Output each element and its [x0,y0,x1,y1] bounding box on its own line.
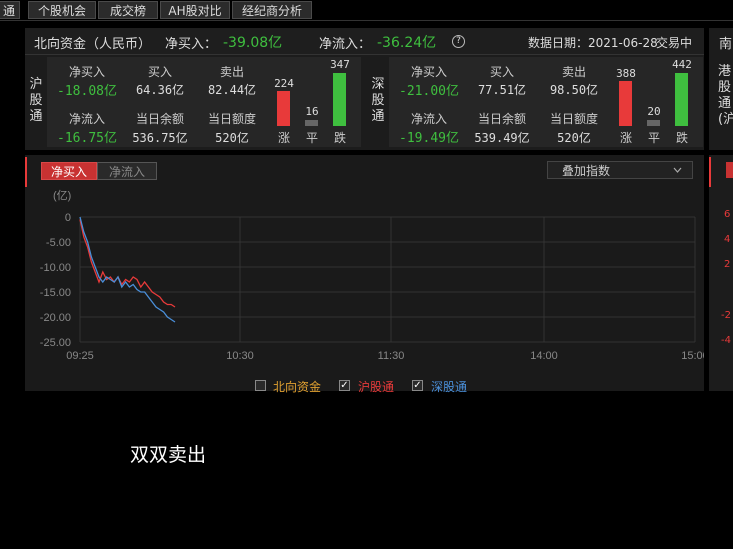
sh-down-count: 347 [330,58,350,71]
sz-up-bar [619,81,632,126]
southbound-title: 南 [719,37,733,52]
x-tick-label: 10:30 [226,350,254,362]
sz-net-flow-label: 净流入 [410,112,447,126]
sh-quota-value: 520亿 [215,131,249,145]
net-flow-total: -36.24亿 [377,35,437,51]
net-buy-total: -39.08亿 [223,35,283,51]
southbound-accent [709,157,711,187]
southbound-chart-panel: 6 4 2 -2 -4 [709,155,733,391]
sz-balance-value: 539.49亿 [474,131,530,145]
x-tick-label: 14:00 [530,350,558,362]
sh-sell-value: 82.44亿 [207,83,257,97]
y-tick-label: -15.00 [40,287,71,299]
caption-text: 双双卖出 [130,444,207,466]
sz-balance-label: 当日余额 [477,112,526,126]
sz-down-bar [675,73,688,126]
sh-down-bar [333,73,346,126]
northbound-header: 北向资金（人民币） 净买入： -39.08亿 净流入： -36.24亿 ? 数据… [25,28,704,55]
sz-up-label: 涨 [619,131,632,145]
southbound-label: 港股通(沪) [718,64,733,127]
x-tick-label: 09:25 [66,350,94,362]
sz-up-count: 388 [616,67,636,80]
legend-checkbox-sz[interactable]: ✓ [412,380,423,391]
sz-net-flow-value: -19.49亿 [399,131,459,146]
net-flow-label: 净流入： [319,37,372,52]
southbound-axis-label: 6 [724,209,731,220]
southbound-axis-label: -2 [721,310,731,321]
sz-connect-block: 深股通 净买入 -21.00亿 买入 77.51亿 卖出 98.50亿 净流入 … [367,55,704,150]
sh-up-label: 涨 [277,131,290,145]
y-tick-label: -5.00 [46,237,71,249]
net-buy-label: 净买入： [165,37,218,52]
sh-sell-label: 卖出 [219,65,244,79]
sh-net-buy-label: 净买入 [68,65,105,79]
sz-flat-label: 平 [647,131,660,145]
southbound-axis-label: -4 [721,335,731,346]
sh-connect-block: 沪股通 净买入 -18.08亿 买入 64.36亿 卖出 82.44亿 净流入 … [25,55,363,150]
sz-quota-label: 当日额度 [549,112,598,126]
sz-buy-value: 77.51亿 [477,83,527,97]
sh-quota-label: 当日额度 [207,112,256,126]
tab-stock-opportunity[interactable]: 个股机会 [28,1,96,19]
sz-net-buy-label: 净买入 [410,65,447,79]
legend-label-sz[interactable]: 深股通 [431,378,467,395]
sh-net-flow-value: -16.75亿 [57,131,117,146]
y-unit-label: (亿) [53,189,71,202]
help-icon[interactable]: ? [452,35,465,48]
tab-broker-analysis[interactable]: 经纪商分析 [232,1,312,19]
sz-connect-label: 深股通 [371,77,385,124]
legend-checkbox-sh[interactable]: ✓ [339,380,350,391]
sh-net-buy-value: -18.08亿 [57,84,117,99]
y-tick-label: 0 [65,212,71,224]
sh-up-count: 224 [274,77,294,90]
sh-balance-label: 当日余额 [135,112,184,126]
legend-label-north[interactable]: 北向资金 [273,378,321,395]
legend-checkbox-north[interactable] [255,380,266,391]
sz-quota-value: 520亿 [557,131,591,145]
flow-line-chart: (亿) 0 -5.00 -10.00 -15.00 -20.00 -25.0009:25 10… [40,189,704,362]
southbound-panel: 南 港股通(沪) [709,28,733,150]
sz-down-count: 442 [672,58,692,71]
legend-label-sh[interactable]: 沪股通 [358,378,394,395]
sz-flat-bar [647,120,660,126]
sh-buy-label: 买入 [147,65,172,79]
top-tab-bar: 通 个股机会 成交榜 AH股对比 经纪商分析 [0,0,733,21]
sh-flat-count: 16 [305,105,319,118]
northbound-title: 北向资金（人民币） [34,37,152,52]
sz-flat-count: 20 [647,105,661,118]
tab-tong[interactable]: 通 [0,1,20,19]
sz-net-buy-value: -21.00亿 [399,84,459,99]
y-tick-label: -10.00 [40,262,71,274]
sh-net-flow-label: 净流入 [68,112,105,126]
sh-flat-label: 平 [305,131,318,145]
tab-ah-compare[interactable]: AH股对比 [160,1,230,19]
x-tick-label: 15:00 [681,350,704,362]
southbound-tab-fragment[interactable] [726,162,733,178]
y-tick-label: -20.00 [40,312,71,324]
y-tick-label: -25.00 [40,337,71,349]
southbound-axis-label: 4 [724,234,731,245]
sh-buy-value: 64.36亿 [135,83,185,97]
sh-up-bar [277,91,290,126]
tab-volume-ranking[interactable]: 成交榜 [98,1,158,19]
northbound-panel: 北向资金（人民币） 净买入： -39.08亿 净流入： -36.24亿 ? 数据… [25,28,704,150]
x-tick-label: 11:30 [378,350,405,362]
chart-panel: 净买入 净流入 叠加指数 (亿) 0 -5.00 -10.00 -15.00 -20.00… [25,155,704,394]
trading-status: 交易中 [656,36,693,50]
sh-down-label: 跌 [333,131,346,145]
sz-buy-label: 买入 [489,65,514,79]
sz-down-label: 跌 [675,131,688,145]
sz-sell-label: 卖出 [561,65,586,79]
data-date: 数据日期：2021-06-28 [528,36,658,50]
sh-flat-bar [305,120,318,126]
sh-balance-value: 536.75亿 [132,131,188,145]
southbound-axis-label: 2 [724,259,731,270]
sz-sell-value: 98.50亿 [549,83,599,97]
sh-connect-label: 沪股通 [29,77,43,124]
